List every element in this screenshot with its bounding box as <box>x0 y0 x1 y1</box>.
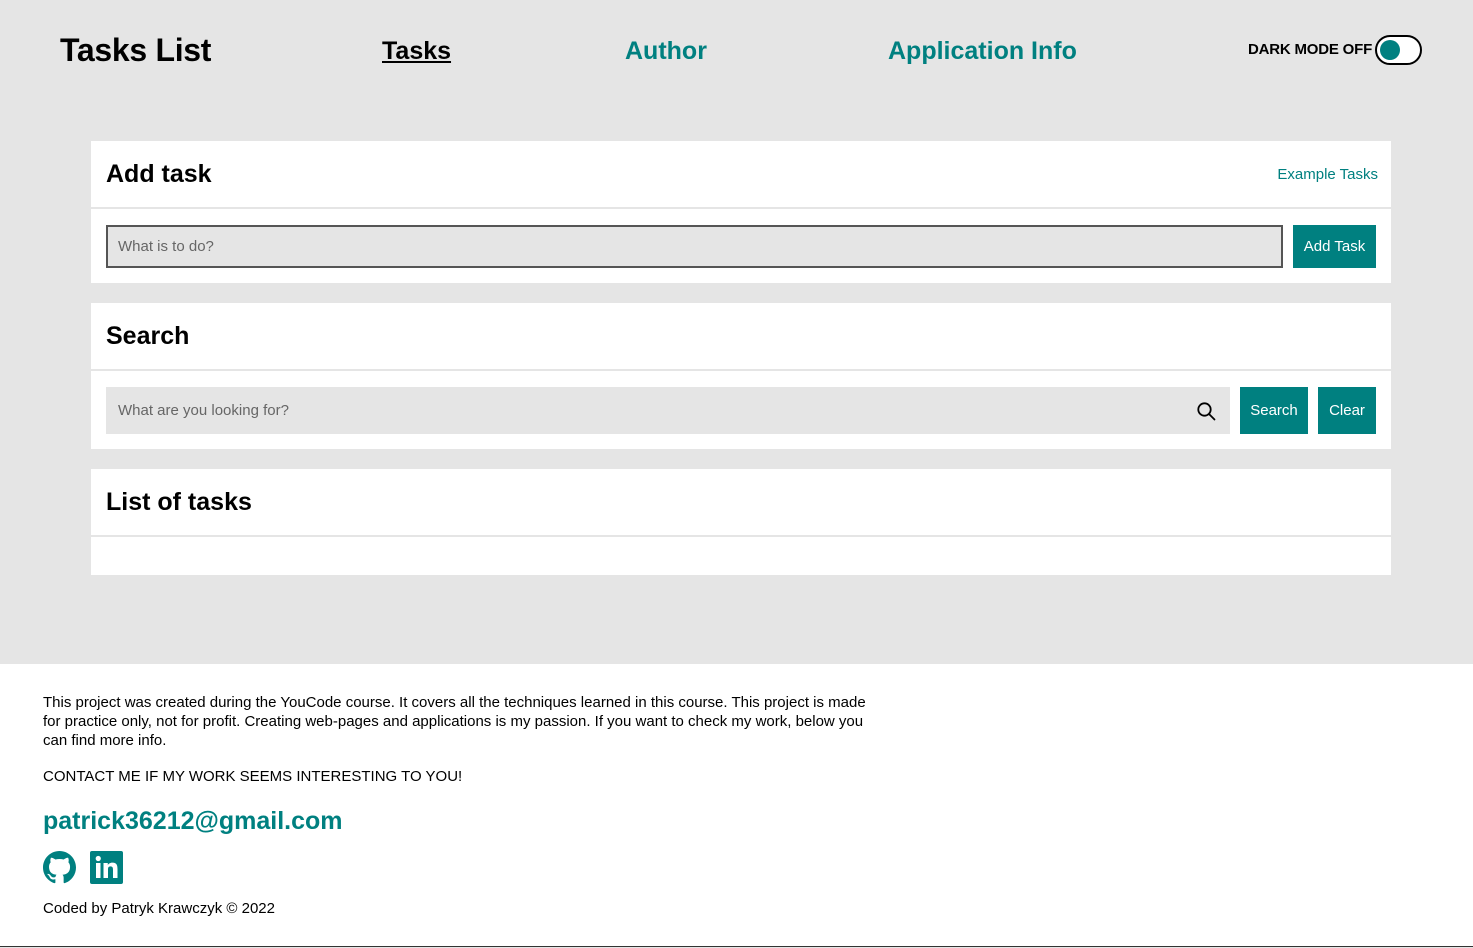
new-task-input[interactable] <box>106 225 1283 268</box>
task-list-section: List of tasks <box>91 469 1391 575</box>
dark-mode-label: DARK MODE OFF <box>1248 41 1373 58</box>
linkedin-icon[interactable] <box>90 851 123 884</box>
clear-button[interactable]: Clear <box>1318 387 1376 434</box>
search-header: Search <box>91 303 1391 371</box>
footer-credit: Coded by Patryk Krawczyk © 2022 <box>43 900 275 917</box>
add-task-header: Add task Example Tasks <box>91 141 1391 209</box>
github-icon[interactable] <box>43 851 76 884</box>
brand-title: Tasks List <box>60 32 212 68</box>
nav-link-tasks[interactable]: Tasks <box>382 37 451 66</box>
footer-description: This project was created during the YouC… <box>43 694 866 749</box>
nav-link-application-info[interactable]: Application Info <box>888 37 1077 66</box>
search-section: Search Search Clear <box>91 303 1391 449</box>
add-task-title: Add task <box>106 160 212 188</box>
search-button[interactable]: Search <box>1240 387 1308 434</box>
add-task-button[interactable]: Add Task <box>1293 225 1376 268</box>
dark-mode-toggle[interactable] <box>1375 35 1422 65</box>
search-input[interactable] <box>106 387 1230 434</box>
search-field <box>106 387 1230 434</box>
footer-email-link[interactable]: patrick36212@gmail.com <box>43 807 343 836</box>
example-tasks-link[interactable]: Example Tasks <box>1277 166 1378 183</box>
toggle-knob <box>1380 40 1400 60</box>
header: Tasks List Tasks Author Application Info… <box>0 0 1473 100</box>
footer-contact-text: CONTACT ME IF MY WORK SEEMS INTERESTING … <box>43 768 463 785</box>
task-list-header: List of tasks <box>91 469 1391 537</box>
search-icon[interactable] <box>1196 401 1216 421</box>
footer: This project was created during the YouC… <box>0 664 1473 947</box>
search-title: Search <box>106 322 190 350</box>
add-task-section: Add task Example Tasks Add Task <box>91 141 1391 283</box>
task-list-title: List of tasks <box>106 488 252 516</box>
nav-link-author[interactable]: Author <box>625 37 707 66</box>
